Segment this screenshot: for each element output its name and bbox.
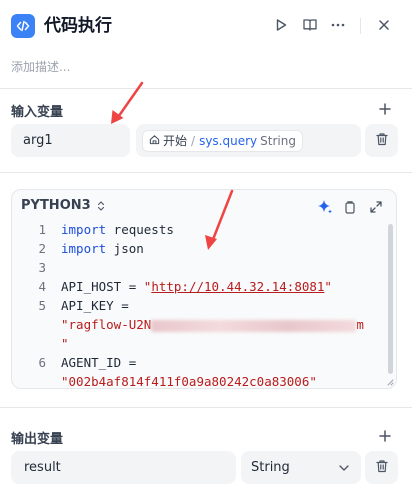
chevron-down-icon	[339, 464, 349, 471]
line-number: 3	[38, 260, 46, 275]
input-variable-name-field[interactable]: arg1	[11, 124, 130, 157]
description-input[interactable]: 添加描述...	[11, 58, 70, 75]
code-scrollbar[interactable]	[388, 224, 393, 374]
line-number: 4	[38, 279, 46, 294]
header-divider	[360, 18, 361, 34]
section-divider	[0, 88, 412, 89]
output-variables-label: 输出变量	[11, 432, 64, 447]
line-number: 2	[38, 241, 46, 256]
code-line: import requests	[61, 222, 174, 237]
delete-output-button[interactable]	[365, 451, 398, 484]
code-line-continuation: "ragflow-U2N m	[61, 317, 364, 332]
variable-reference-selector[interactable]: 开始 / sys.query String	[136, 124, 361, 157]
copy-icon[interactable]	[341, 198, 359, 216]
code-line: import json	[61, 241, 144, 256]
more-icon[interactable]	[328, 15, 348, 35]
language-selector[interactable]: PYTHON3	[21, 198, 105, 213]
annotation-arrow-icon	[111, 81, 144, 124]
code-line: API_KEY =	[61, 298, 129, 313]
delete-input-button[interactable]	[365, 124, 398, 157]
language-label: PYTHON3	[21, 198, 91, 213]
output-type-value: String	[251, 460, 290, 475]
variable-node-name: 开始	[163, 134, 188, 148]
close-icon[interactable]	[374, 15, 394, 35]
node-title[interactable]: 代码执行	[44, 14, 112, 38]
run-icon[interactable]	[271, 15, 291, 35]
variable-separator: /	[191, 133, 196, 148]
section-divider	[0, 407, 412, 408]
trash-icon	[375, 131, 389, 150]
variable-path: sys.query	[199, 133, 258, 148]
variable-tag: 开始 / sys.query String	[142, 129, 303, 152]
code-line-continuation: "002b4af814f411f0a9a80242c0a83006"	[61, 374, 317, 389]
section-divider	[0, 172, 412, 173]
code-line: API_HOST = "http://10.44.32.14:8081"	[61, 279, 332, 294]
resize-handle-icon[interactable]	[386, 378, 394, 386]
chevron-updown-icon	[98, 200, 105, 211]
line-number: 5	[38, 298, 46, 313]
expand-icon[interactable]	[367, 198, 385, 216]
ai-sparkle-icon[interactable]	[316, 198, 334, 216]
line-number: 1	[38, 222, 46, 237]
code-line-continuation: "	[61, 336, 69, 351]
variable-type: String	[260, 133, 296, 148]
output-type-select[interactable]: String	[241, 451, 361, 484]
home-icon	[149, 134, 160, 148]
trash-icon	[375, 458, 389, 477]
code-line: AGENT_ID =	[61, 355, 137, 370]
line-number: 6	[38, 355, 46, 370]
input-variables-label: 输入变量	[11, 105, 64, 120]
book-icon[interactable]	[300, 15, 320, 35]
output-variable-name: result	[24, 460, 61, 475]
add-output-icon[interactable]	[376, 427, 394, 445]
add-input-icon[interactable]	[376, 100, 394, 118]
url-string: http://10.44.32.14:8081	[151, 279, 325, 294]
annotation-arrow-icon	[205, 189, 234, 250]
node-header: 代码执行	[0, 0, 412, 52]
code-node-icon	[11, 14, 35, 38]
output-variable-name-field[interactable]: result	[11, 451, 236, 484]
redacted-text	[151, 319, 357, 332]
input-variable-name: arg1	[23, 133, 53, 148]
